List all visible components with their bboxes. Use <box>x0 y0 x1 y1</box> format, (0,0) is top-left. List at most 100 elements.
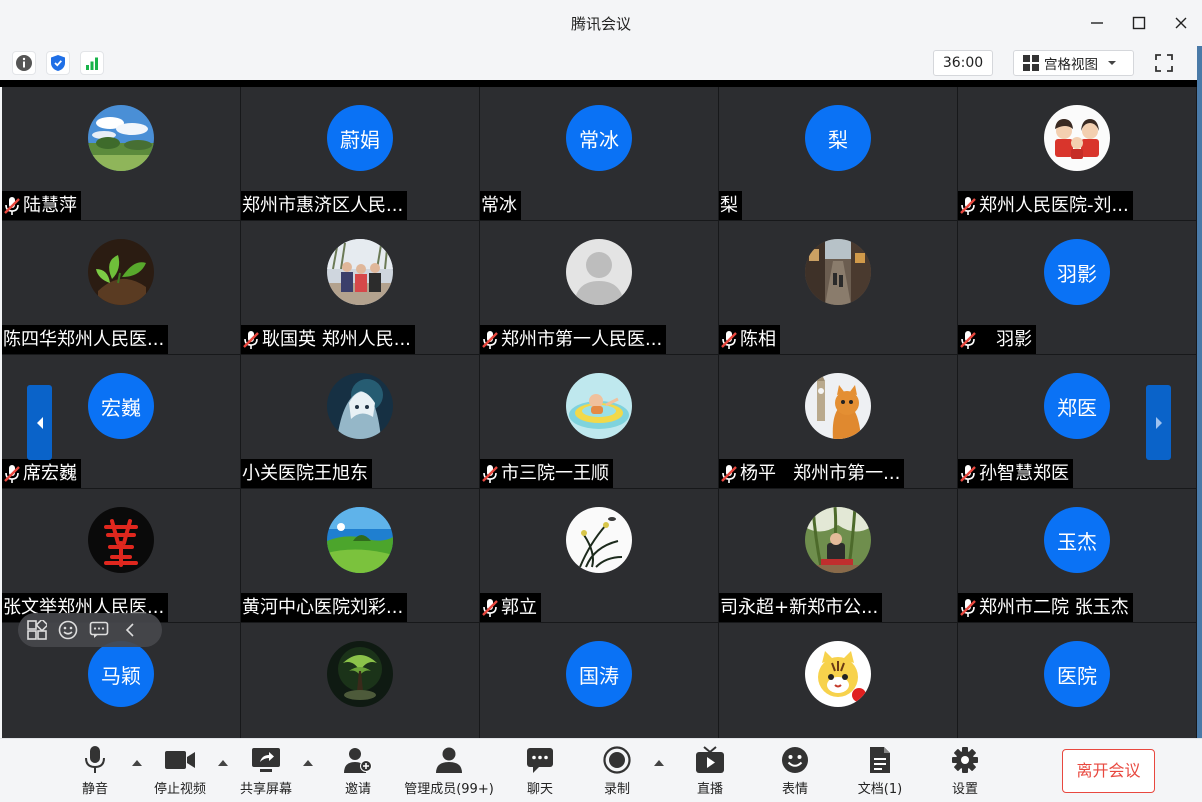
minimize-button[interactable] <box>1076 0 1118 46</box>
document-icon <box>870 747 890 773</box>
muted-microphone-icon <box>960 598 976 617</box>
participant-nameplate: 司永超+新郑市公... <box>719 593 883 622</box>
participant-avatar: 羽影 <box>1044 239 1110 305</box>
chat-label: 聊天 <box>526 782 553 797</box>
participant-name: 孙智慧郑医 <box>979 463 1069 484</box>
fullscreen-button[interactable] <box>1152 51 1176 75</box>
invite-button[interactable]: 邀请 <box>338 745 378 799</box>
participant-tile[interactable]: 梨梨 <box>719 87 957 220</box>
layout-grid-icon[interactable] <box>26 619 48 641</box>
info-icon[interactable] <box>12 51 36 75</box>
stop-video-button[interactable]: 停止视频 <box>150 745 210 799</box>
participant-tile[interactable]: 司永超+新郑市公... <box>719 489 957 622</box>
maximize-button[interactable] <box>1118 0 1160 46</box>
muted-microphone-icon <box>960 196 976 215</box>
participant-tile[interactable]: 陈相 <box>719 221 957 354</box>
participant-tile[interactable] <box>719 623 957 739</box>
reaction-button[interactable]: 表情 <box>775 745 815 799</box>
live-stream-icon <box>696 746 724 773</box>
participant-tile[interactable]: 郭立 <box>480 489 718 622</box>
share-options-caret-icon[interactable] <box>302 758 314 768</box>
title-bar: 腾讯会议 <box>0 0 1202 46</box>
participant-nameplate: 郑州人民医院-刘... <box>958 191 1133 220</box>
add-user-icon <box>344 748 372 773</box>
documents-button[interactable]: 文档(1) <box>852 745 908 799</box>
close-button[interactable] <box>1160 0 1202 46</box>
participant-name: 小关医院王旭东 <box>242 463 368 484</box>
participant-tile[interactable]: 国涛 <box>480 623 718 739</box>
share-screen-button[interactable]: 共享屏幕 <box>236 745 296 799</box>
emoji-icon[interactable] <box>57 619 79 641</box>
members-icon <box>436 747 462 773</box>
participant-name: 耿国英 郑州人民... <box>262 329 411 350</box>
chat-icon <box>527 748 553 773</box>
participant-tile[interactable]: 张文举郑州人民医... <box>2 489 240 622</box>
chat-bubble-icon[interactable] <box>88 619 110 641</box>
participant-name: 市三院一王顺 <box>501 463 609 484</box>
participant-tile[interactable]: 郑州市第一人民医... <box>480 221 718 354</box>
video-camera-icon <box>165 751 195 769</box>
participant-nameplate: 梨 <box>719 191 742 220</box>
participant-nameplate: 孙智慧郑医 <box>958 459 1073 488</box>
participant-tile[interactable]: 蔚娟 郑州市惠济区人民... <box>241 87 479 220</box>
collapse-chevron-icon[interactable] <box>119 619 141 641</box>
participant-avatar <box>88 239 154 305</box>
settings-label: 设置 <box>951 782 978 797</box>
participant-nameplate: 郑州市惠济区人民... <box>241 191 408 220</box>
settings-button[interactable]: 设置 <box>945 745 985 799</box>
participant-tile[interactable]: 陈四华郑州人民医... <box>2 221 240 354</box>
participant-tile[interactable]: 市三院一王顺 <box>480 355 718 488</box>
participant-avatar <box>566 239 632 305</box>
participant-tile[interactable]: 常冰 常冰 <box>480 87 718 220</box>
view-mode-dropdown[interactable]: 宫格视图 <box>1013 50 1134 76</box>
next-page-button[interactable] <box>1146 385 1171 460</box>
participant-avatar: 国涛 <box>566 641 632 707</box>
participant-tile[interactable]: 医院 <box>958 623 1196 739</box>
participant-avatar <box>327 373 393 439</box>
participant-avatar <box>327 641 393 707</box>
floating-mini-toolbar <box>18 613 162 647</box>
record-options-caret-icon[interactable] <box>653 758 665 768</box>
record-button[interactable]: 录制 <box>597 745 637 799</box>
meeting-info-bar: 36:00 宫格视图 <box>0 46 1202 80</box>
security-shield-icon[interactable] <box>46 51 70 75</box>
participant-nameplate: 陈相 <box>719 325 780 354</box>
participant-nameplate: 小关医院王旭东 <box>241 459 372 488</box>
muted-microphone-icon <box>721 330 737 349</box>
manage-members-button[interactable]: 管理成员(99+) <box>403 745 495 799</box>
participant-tile[interactable] <box>241 623 479 739</box>
participant-tile[interactable]: 郑州人民医院-刘... <box>958 87 1196 220</box>
mute-options-caret-icon[interactable] <box>131 758 143 768</box>
participant-nameplate: 市三院一王顺 <box>480 459 613 488</box>
mute-label: 静音 <box>81 782 108 797</box>
chat-button[interactable]: 聊天 <box>520 745 560 799</box>
mute-button[interactable]: 静音 <box>76 745 114 799</box>
participant-tile[interactable]: 杨平 郑州市第一... <box>719 355 957 488</box>
chevron-right-icon <box>1155 416 1162 429</box>
participant-nameplate: 郑州市二院 张玉杰 <box>958 593 1133 622</box>
bottom-toolbar: 静音 停止视频 共享屏幕 邀请 管理成员(99+) 聊天 录制 直播 表情 文档… <box>0 738 1202 802</box>
participant-tile[interactable]: 耿国英 郑州人民... <box>241 221 479 354</box>
live-stream-button[interactable]: 直播 <box>690 745 730 799</box>
muted-microphone-icon <box>4 196 20 215</box>
participant-tile[interactable]: 羽影 羽影 <box>958 221 1196 354</box>
participant-avatar <box>805 373 871 439</box>
participant-avatar <box>327 507 393 573</box>
network-signal-icon[interactable] <box>80 51 104 75</box>
participant-avatar: 玉杰 <box>1044 507 1110 573</box>
previous-page-button[interactable] <box>27 385 52 460</box>
muted-microphone-icon <box>960 464 976 483</box>
participant-name: 席宏巍 <box>23 463 77 484</box>
documents-label: 文档(1) <box>857 782 903 797</box>
record-icon <box>603 746 631 774</box>
participant-tile[interactable]: 陆慧萍 <box>2 87 240 220</box>
participant-tile[interactable]: 小关医院王旭东 <box>241 355 479 488</box>
video-options-caret-icon[interactable] <box>217 758 229 768</box>
participant-tile[interactable]: 玉杰郑州市二院 张玉杰 <box>958 489 1196 622</box>
participant-name: 梨 <box>720 195 738 216</box>
leave-meeting-button[interactable]: 离开会议 <box>1062 749 1155 793</box>
participant-name: 郑州市惠济区人民... <box>242 195 404 216</box>
view-mode-label: 宫格视图 <box>1044 57 1098 73</box>
participant-tile[interactable]: 黄河中心医院刘彩... <box>241 489 479 622</box>
record-label: 录制 <box>603 782 630 797</box>
